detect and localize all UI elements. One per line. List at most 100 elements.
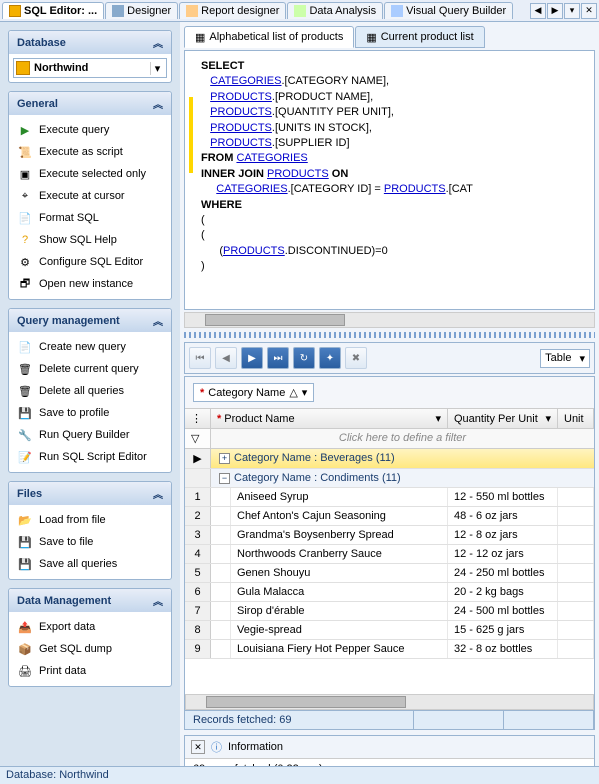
insert-button[interactable]: ✦ (319, 347, 341, 369)
dump-icon: 📦 (17, 641, 33, 657)
group-chip[interactable]: * Category Name △ ▾ (193, 383, 314, 402)
col-product-name[interactable]: *Product Name▾ (211, 409, 448, 428)
save-to-file[interactable]: 💾Save to file (13, 531, 167, 553)
menu-label: Execute selected only (39, 168, 146, 180)
last-record-button[interactable]: ⏭ (267, 347, 289, 369)
next-record-button[interactable]: ▶ (241, 347, 263, 369)
execute-selected[interactable]: ▣Execute selected only (13, 163, 167, 185)
row-number: 8 (185, 621, 211, 639)
group-row-condiments[interactable]: −Category Name : Condiments (11) (185, 469, 594, 488)
collapse-icon[interactable]: − (219, 473, 230, 484)
tab-current-list[interactable]: ▦ Current product list (355, 26, 484, 48)
tab-label: Visual Query Builder (406, 5, 506, 17)
tab-designer[interactable]: Designer (105, 2, 178, 19)
row-number: 6 (185, 583, 211, 601)
format-sql[interactable]: 📄Format SQL (13, 207, 167, 229)
save-all-queries[interactable]: 💾Save all queries (13, 553, 167, 575)
tab-sql-editor[interactable]: SQL Editor: ... (2, 2, 104, 19)
table-row[interactable]: 6Gula Malacca20 - 2 kg bags (185, 583, 594, 602)
info-icon: ⓘ (211, 739, 222, 755)
table-row[interactable]: 4Northwoods Cranberry Sauce12 - 12 oz ja… (185, 545, 594, 564)
tab-list[interactable]: ▾ (564, 3, 580, 19)
col-unit[interactable]: Unit (558, 409, 594, 428)
save-icon: 💾 (17, 405, 33, 421)
database-select[interactable]: Northwind ▾ (13, 58, 167, 78)
table-row[interactable]: 1Aniseed Syrup12 - 550 ml bottles (185, 488, 594, 507)
tab-label: Alphabetical list of products (209, 31, 343, 43)
print-data[interactable]: 🖨Print data (13, 660, 167, 682)
tab-scroll-left[interactable]: ◀ (530, 3, 546, 19)
row-number: 2 (185, 507, 211, 525)
menu-label: Configure SQL Editor (39, 256, 143, 268)
panel-title: Files (17, 488, 42, 500)
get-sql-dump[interactable]: 📦Get SQL dump (13, 638, 167, 660)
execute-as-script[interactable]: 📜Execute as script (13, 141, 167, 163)
export-data[interactable]: 📤Export data (13, 616, 167, 638)
grid-body[interactable]: ▶ +Category Name : Beverages (11) −Categ… (185, 449, 594, 694)
database-name: Northwind (34, 62, 88, 74)
show-sql-help[interactable]: ?Show SQL Help (13, 229, 167, 251)
row-indicator: ▶ (185, 449, 211, 468)
delete-current-query[interactable]: 🗑Delete current query (13, 358, 167, 380)
view-mode-select[interactable]: Table ▾ (540, 349, 590, 368)
menu-label: Show SQL Help (39, 234, 117, 246)
refresh-button[interactable]: ↻ (293, 347, 315, 369)
info-close-button[interactable]: ✕ (191, 740, 205, 754)
col-quantity[interactable]: Quantity Per Unit▾ (448, 409, 558, 428)
row-number: 3 (185, 526, 211, 544)
database-panel-header[interactable]: Database ︽ (9, 31, 171, 54)
splitter[interactable] (184, 332, 595, 338)
general-panel-header[interactable]: General ︽ (9, 92, 171, 115)
configure-sql-editor[interactable]: ⚙Configure SQL Editor (13, 251, 167, 273)
cell-product: Northwoods Cranberry Sauce (231, 545, 448, 563)
delete-all-queries[interactable]: 🗑Delete all queries (13, 380, 167, 402)
menu-label: Load from file (39, 514, 106, 526)
editor-hscroll[interactable] (184, 312, 595, 328)
tab-close[interactable]: ✕ (581, 3, 597, 19)
analysis-icon (294, 5, 306, 17)
menu-label: Execute as script (39, 146, 123, 158)
group-row-beverages[interactable]: ▶ +Category Name : Beverages (11) (185, 449, 594, 469)
delete-button[interactable]: ✖ (345, 347, 367, 369)
first-record-button[interactable]: ⏮ (189, 347, 211, 369)
filter-hint[interactable]: Click here to define a filter (211, 429, 594, 448)
tab-data-analysis[interactable]: Data Analysis (287, 2, 383, 19)
prev-record-button[interactable]: ◀ (215, 347, 237, 369)
filter-row[interactable]: ▽ Click here to define a filter (185, 429, 594, 449)
execute-query[interactable]: ▶Execute query (13, 119, 167, 141)
table-row[interactable]: 3Grandma's Boysenberry Spread12 - 8 oz j… (185, 526, 594, 545)
table-row[interactable]: 8Vegie-spread15 - 625 g jars (185, 621, 594, 640)
group-field-label: Category Name (208, 387, 285, 399)
execute-at-cursor[interactable]: ⌖Execute at cursor (13, 185, 167, 207)
table-row[interactable]: 5Genen Shouyu24 - 250 ml bottles (185, 564, 594, 583)
cell-unit (558, 507, 594, 525)
table-row[interactable]: 7Sirop d'érable24 - 500 ml bottles (185, 602, 594, 621)
save-to-profile[interactable]: 💾Save to profile (13, 402, 167, 424)
sql-editor[interactable]: SELECT CATEGORIES.[CATEGORY NAME], PRODU… (184, 50, 595, 310)
run-query-builder[interactable]: 🔧Run Query Builder (13, 424, 167, 446)
load-from-file[interactable]: 📂Load from file (13, 509, 167, 531)
expand-icon[interactable]: + (219, 453, 230, 464)
table-row[interactable]: 2Chef Anton's Cajun Seasoning48 - 6 oz j… (185, 507, 594, 526)
tab-report-designer[interactable]: Report designer (179, 2, 286, 19)
group-by-bar[interactable]: * Category Name △ ▾ (185, 377, 594, 409)
delete-icon: 🗑 (17, 361, 33, 377)
grid-hscroll[interactable] (185, 694, 594, 710)
indent-cell (211, 583, 231, 601)
tab-visual-query[interactable]: Visual Query Builder (384, 2, 513, 19)
table-row[interactable]: 9Louisiana Fiery Hot Pepper Sauce32 - 8 … (185, 640, 594, 659)
indent-cell (211, 621, 231, 639)
tab-label: Data Analysis (309, 5, 376, 17)
open-new-instance[interactable]: 🗗Open new instance (13, 273, 167, 295)
files-panel: Files ︽ 📂Load from file 💾Save to file 💾S… (8, 481, 172, 580)
files-header[interactable]: Files ︽ (9, 482, 171, 505)
row-indicator (185, 469, 211, 487)
sidebar: Database ︽ Northwind ▾ General ︽ ▶Execut… (0, 22, 180, 784)
indent-cell (211, 488, 231, 506)
create-new-query[interactable]: 📄Create new query (13, 336, 167, 358)
query-mgmt-header[interactable]: Query management ︽ (9, 309, 171, 332)
tab-scroll-right[interactable]: ▶ (547, 3, 563, 19)
run-sql-script-editor[interactable]: 📝Run SQL Script Editor (13, 446, 167, 468)
data-mgmt-header[interactable]: Data Management ︽ (9, 589, 171, 612)
tab-alpha-list[interactable]: ▦ Alphabetical list of products (184, 26, 354, 48)
